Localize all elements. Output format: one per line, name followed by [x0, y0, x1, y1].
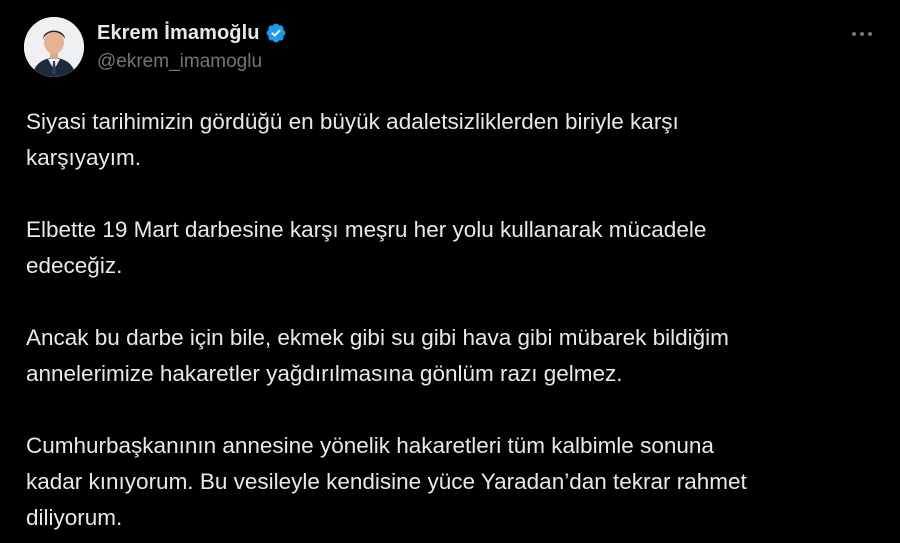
tweet-paragraph: Elbette 19 Mart darbesine karşı meşru he… [26, 217, 707, 278]
tweet-text: Siyasi tarihimizin gördüğü en büyük adal… [26, 104, 876, 536]
verified-badge-icon[interactable] [265, 22, 287, 44]
tweet-paragraph: Siyasi tarihimizin gördüğü en büyük adal… [26, 109, 679, 170]
avatar[interactable] [24, 17, 84, 77]
author-names: Ekrem İmamoğlu @ekrem_imamoglu [97, 21, 287, 73]
more-dots-icon [852, 32, 872, 36]
tweet-paragraph: Cumhurbaşkanının annesine yönelik hakare… [26, 433, 747, 530]
tweet-header: Ekrem İmamoğlu @ekrem_imamoglu [24, 17, 287, 77]
author-display-name[interactable]: Ekrem İmamoğlu [97, 22, 260, 45]
name-row: Ekrem İmamoğlu [97, 21, 287, 45]
more-options-button[interactable] [848, 22, 876, 46]
tweet-paragraph: Ancak bu darbe için bile, ekmek gibi su … [26, 325, 729, 386]
tweet-card: Ekrem İmamoğlu @ekrem_imamoglu Siyasi ta… [0, 0, 900, 543]
author-handle[interactable]: @ekrem_imamoglu [97, 51, 287, 73]
